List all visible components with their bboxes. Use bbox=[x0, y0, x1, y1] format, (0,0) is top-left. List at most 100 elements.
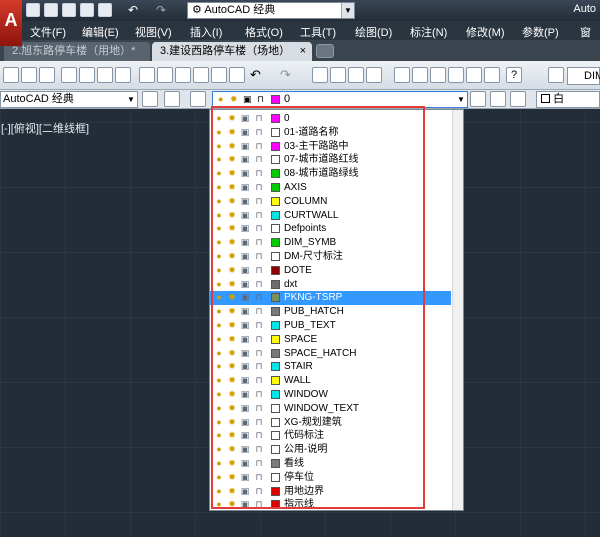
lock-icon[interactable]: ⊓ bbox=[254, 320, 264, 331]
lock-icon[interactable]: ⊓ bbox=[254, 292, 264, 303]
menu-insert[interactable]: 插入(I) bbox=[190, 24, 222, 40]
layer-row-20[interactable]: ● ✹ ▣ ⊓ WINDOW bbox=[210, 388, 451, 402]
zoom-realtime-icon[interactable] bbox=[330, 67, 346, 83]
layer-row-23[interactable]: ● ✹ ▣ ⊓ 代码标注 bbox=[210, 429, 451, 443]
viewport-label[interactable]: [-][俯视][二维线框] bbox=[1, 120, 89, 136]
cut-icon[interactable] bbox=[139, 67, 155, 83]
help-icon[interactable]: ? bbox=[506, 67, 522, 83]
plot-icon[interactable] bbox=[98, 3, 112, 17]
sun-icon[interactable]: ✹ bbox=[227, 210, 237, 221]
layer-row-1[interactable]: ● ✹ ▣ ⊓ 01-道路名称 bbox=[210, 126, 451, 140]
viewport-freeze-icon[interactable]: ▣ bbox=[240, 458, 250, 469]
light-bulb-icon[interactable]: ● bbox=[214, 196, 224, 207]
viewport-freeze-icon[interactable]: ▣ bbox=[240, 210, 250, 221]
layer-row-6[interactable]: ● ✹ ▣ ⊓ COLUMN bbox=[210, 195, 451, 209]
viewport-freeze-icon[interactable]: ▣ bbox=[240, 237, 250, 248]
layer-row-5[interactable]: ● ✹ ▣ ⊓ AXIS bbox=[210, 181, 451, 195]
lock-icon[interactable]: ⊓ bbox=[254, 444, 264, 455]
autocad-logo-button[interactable]: A bbox=[0, 0, 22, 46]
layer-row-4[interactable]: ● ✹ ▣ ⊓ 08-城市道路绿线 bbox=[210, 167, 451, 181]
viewport-freeze-icon[interactable]: ▣ bbox=[240, 292, 250, 303]
layer-row-26[interactable]: ● ✹ ▣ ⊓ 停车位 bbox=[210, 471, 451, 485]
layer-row-13[interactable]: ● ✹ ▣ ⊓ PKNG-TSRP bbox=[210, 291, 451, 306]
lock-icon[interactable]: ⊓ bbox=[254, 389, 264, 400]
layer-row-15[interactable]: ● ✹ ▣ ⊓ PUB_TEXT bbox=[210, 319, 451, 333]
viewport-freeze-icon[interactable]: ▣ bbox=[240, 389, 250, 400]
layer-row-8[interactable]: ● ✹ ▣ ⊓ Defpoints bbox=[210, 222, 451, 236]
layer-row-16[interactable]: ● ✹ ▣ ⊓ SPACE bbox=[210, 333, 451, 347]
viewport-freeze-icon[interactable]: ▣ bbox=[240, 430, 250, 441]
redo-icon[interactable]: ↷ bbox=[280, 67, 291, 83]
sun-icon[interactable]: ✹ bbox=[227, 168, 237, 179]
dim-style-combo[interactable]: DIM bbox=[567, 67, 600, 85]
light-bulb-icon[interactable]: ● bbox=[214, 154, 224, 165]
sun-icon[interactable]: ✹ bbox=[227, 444, 237, 455]
lock-icon[interactable]: ⊓ bbox=[254, 334, 264, 345]
light-bulb-icon[interactable]: ● bbox=[214, 472, 224, 483]
sun-icon[interactable]: ✹ bbox=[227, 430, 237, 441]
save-icon[interactable] bbox=[62, 3, 76, 17]
paint-icon[interactable] bbox=[229, 67, 245, 83]
menu-draw[interactable]: 绘图(D) bbox=[355, 24, 392, 40]
lock-icon[interactable]: ⊓ bbox=[254, 417, 264, 428]
lock-icon[interactable]: ⊓ bbox=[254, 458, 264, 469]
sun-icon[interactable]: ✹ bbox=[227, 499, 237, 510]
viewport-freeze-icon[interactable]: ▣ bbox=[240, 168, 250, 179]
viewport-freeze-icon[interactable]: ▣ bbox=[240, 334, 250, 345]
viewport-freeze-icon[interactable]: ▣ bbox=[240, 320, 250, 331]
light-bulb-icon[interactable]: ● bbox=[214, 361, 224, 372]
sun-icon[interactable]: ✹ bbox=[227, 223, 237, 234]
sun-icon[interactable]: ✹ bbox=[227, 472, 237, 483]
lock-icon[interactable]: ⊓ bbox=[254, 486, 264, 497]
make-current-icon[interactable] bbox=[470, 91, 486, 107]
quick-calc-icon[interactable] bbox=[484, 67, 500, 83]
layer-combo[interactable]: ● ✹ ▣ ⊓ 0 ▼ bbox=[212, 91, 468, 108]
lock-icon[interactable]: ⊓ bbox=[254, 196, 264, 207]
layer-row-18[interactable]: ● ✹ ▣ ⊓ STAIR bbox=[210, 360, 451, 374]
sheet-set-icon[interactable] bbox=[448, 67, 464, 83]
lock-icon[interactable]: ⊓ bbox=[254, 127, 264, 138]
workspace-dropdown[interactable]: ⚙ AutoCAD 经典 ▼ bbox=[187, 2, 355, 19]
sun-icon[interactable]: ✹ bbox=[227, 154, 237, 165]
layer-row-21[interactable]: ● ✹ ▣ ⊓ WINDOW_TEXT bbox=[210, 402, 451, 416]
layer-row-28[interactable]: ● ✹ ▣ ⊓ 指示线 bbox=[210, 498, 451, 510]
layer-row-25[interactable]: ● ✹ ▣ ⊓ 看线 bbox=[210, 457, 451, 471]
lock-icon[interactable]: ⊓ bbox=[254, 154, 264, 165]
viewport-freeze-icon[interactable]: ▣ bbox=[240, 265, 250, 276]
sun-icon[interactable]: ✹ bbox=[227, 417, 237, 428]
light-bulb-icon[interactable]: ● bbox=[214, 430, 224, 441]
light-bulb-icon[interactable]: ● bbox=[214, 486, 224, 497]
viewport-freeze-icon[interactable]: ▣ bbox=[240, 499, 250, 510]
sun-icon[interactable]: ✹ bbox=[227, 113, 237, 124]
menu-parametric[interactable]: 参数(P) bbox=[522, 24, 559, 40]
layer-row-10[interactable]: ● ✹ ▣ ⊓ DM-尺寸标注 bbox=[210, 250, 451, 264]
sun-icon[interactable]: ✹ bbox=[227, 292, 237, 303]
light-bulb-icon[interactable]: ● bbox=[214, 292, 224, 303]
sun-icon[interactable]: ✹ bbox=[227, 306, 237, 317]
sun-icon[interactable]: ✹ bbox=[227, 251, 237, 262]
lock-icon[interactable]: ⊓ bbox=[254, 361, 264, 372]
menu-dimension[interactable]: 标注(N) bbox=[410, 24, 447, 40]
save-as-icon[interactable] bbox=[80, 3, 94, 17]
layer-row-0[interactable]: ● ✹ ▣ ⊓ 0 bbox=[210, 112, 451, 126]
new-file-icon[interactable] bbox=[26, 3, 40, 17]
light-bulb-icon[interactable]: ● bbox=[214, 334, 224, 345]
viewport-freeze-icon[interactable]: ▣ bbox=[240, 154, 250, 165]
layer-row-9[interactable]: ● ✹ ▣ ⊓ DIM_SYMB bbox=[210, 236, 451, 250]
viewport-freeze-icon[interactable]: ▣ bbox=[240, 223, 250, 234]
tab-document-2[interactable]: 3.建设西路停车楼（场地） × bbox=[152, 42, 312, 61]
layer-row-7[interactable]: ● ✹ ▣ ⊓ CURTWALL bbox=[210, 209, 451, 223]
viewport-freeze-icon[interactable]: ▣ bbox=[240, 361, 250, 372]
viewport-freeze-icon[interactable]: ▣ bbox=[240, 141, 250, 152]
workspace-combo[interactable]: AutoCAD 经典 ▼ bbox=[0, 91, 138, 108]
close-tab-icon[interactable]: × bbox=[300, 42, 306, 60]
light-bulb-icon[interactable]: ● bbox=[214, 113, 224, 124]
lock-icon[interactable]: ⊓ bbox=[254, 306, 264, 317]
lock-icon[interactable]: ⊓ bbox=[254, 472, 264, 483]
layer-previous-icon[interactable] bbox=[490, 91, 506, 107]
viewport-freeze-icon[interactable]: ▣ bbox=[240, 375, 250, 386]
print-icon[interactable] bbox=[61, 67, 77, 83]
viewport-freeze-icon[interactable]: ▣ bbox=[240, 403, 250, 414]
layer-properties-icon[interactable] bbox=[190, 91, 206, 107]
lock-icon[interactable]: ⊓ bbox=[254, 223, 264, 234]
